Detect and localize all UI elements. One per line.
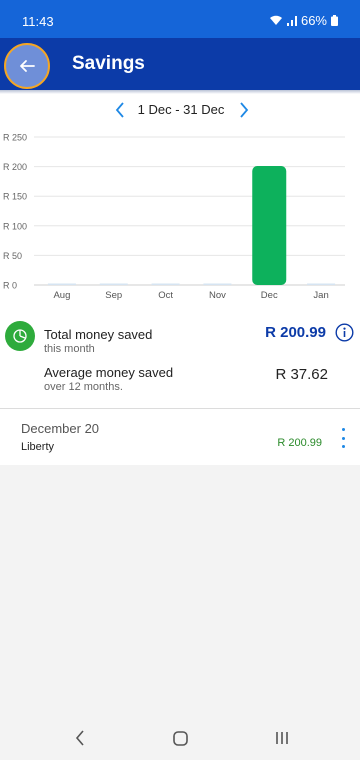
y-tick-label: R 50 — [3, 251, 22, 261]
status-bar: 11:43 66% — [0, 0, 360, 38]
chevron-left-icon — [115, 102, 124, 118]
savings-content: 1 Dec - 31 Dec R 0 R 50 R 100 R 150 R 200 R 2… — [0, 90, 360, 465]
bar-nov[interactable] — [203, 283, 232, 286]
system-home-button[interactable] — [168, 726, 192, 750]
system-nav-bar — [0, 712, 360, 760]
pie-chart-icon — [5, 321, 35, 351]
status-time: 11:43 — [22, 14, 54, 29]
next-period-button[interactable] — [234, 100, 254, 120]
bar-jan[interactable] — [307, 283, 336, 286]
previous-period-button[interactable] — [110, 100, 130, 120]
app-bar: Savings — [0, 38, 360, 90]
x-tick-label: Oct — [158, 290, 173, 300]
savings-bar-chart: R 0 R 50 R 100 R 150 R 200 R 250 Aug Sep Oct Nov D… — [3, 133, 345, 300]
page-title: Savings — [72, 53, 145, 74]
x-tick-label: Nov — [209, 290, 226, 300]
date-range-label: 1 Dec - 31 Dec — [137, 102, 225, 117]
average-saved-period: over 12 months. — [44, 381, 123, 393]
signal-icon — [286, 15, 297, 26]
average-saved-value: R 37.62 — [275, 366, 328, 383]
home-square-icon — [172, 730, 188, 746]
total-saved-value: R 200.99 — [265, 324, 326, 341]
transaction-row[interactable]: December 20 Liberty R 200.99 — [0, 410, 360, 465]
x-tick-label: Sep — [105, 290, 122, 300]
total-saved-label: Total money saved — [44, 327, 153, 342]
y-tick-label: R 0 — [3, 281, 17, 291]
bar-aug[interactable] — [47, 283, 76, 286]
chevron-left-icon — [75, 730, 84, 746]
transaction-amount: R 200.99 — [277, 437, 322, 449]
average-saved-label: Average money saved — [44, 365, 174, 380]
y-tick-label: R 100 — [3, 221, 27, 231]
back-button[interactable] — [4, 43, 50, 89]
app-bar-shadow — [0, 90, 360, 94]
system-recents-button[interactable] — [270, 726, 294, 750]
wifi-icon — [269, 15, 282, 25]
arrow-left-icon — [20, 60, 35, 72]
transaction-date: December 20 — [21, 421, 100, 436]
date-navigator: 1 Dec - 31 Dec — [0, 100, 360, 120]
status-indicators: 66% — [269, 13, 338, 28]
x-tick-label: Dec — [261, 290, 278, 300]
x-tick-label: Jan — [313, 290, 328, 300]
battery-percent: 66% — [300, 13, 327, 28]
y-tick-label: R 150 — [3, 192, 27, 202]
more-options-icon[interactable] — [334, 428, 352, 448]
battery-icon — [331, 15, 338, 26]
y-tick-label: R 250 — [3, 133, 27, 143]
recents-icon — [276, 732, 288, 744]
transaction-name: Liberty — [21, 441, 55, 453]
total-saved-period: this month — [44, 343, 95, 355]
bar-sep[interactable] — [99, 283, 128, 286]
chevron-right-icon — [240, 102, 249, 118]
bar-dec[interactable] — [252, 166, 287, 285]
y-tick-label: R 200 — [3, 162, 27, 172]
info-icon[interactable] — [335, 323, 354, 342]
x-tick-label: Aug — [53, 290, 70, 300]
bar-oct[interactable] — [151, 283, 180, 286]
divider — [0, 408, 360, 409]
system-back-button[interactable] — [68, 726, 92, 750]
